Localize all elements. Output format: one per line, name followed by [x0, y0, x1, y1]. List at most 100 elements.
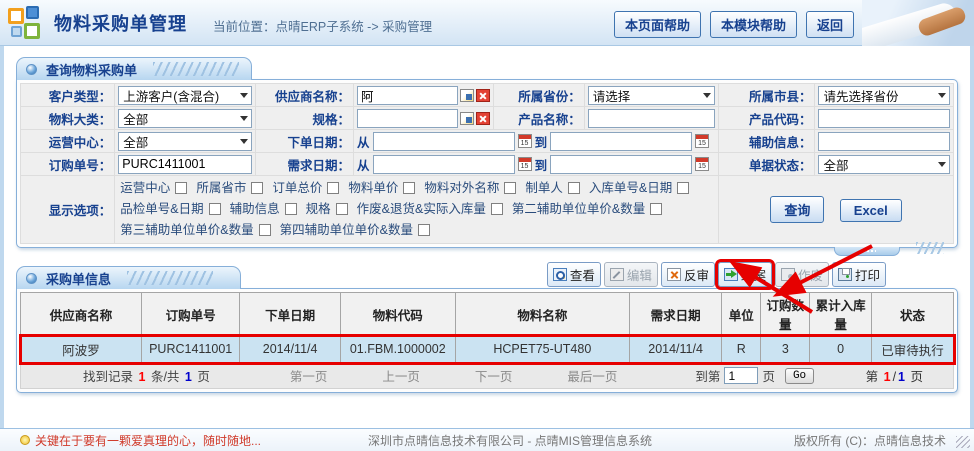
order-no-input[interactable] — [118, 155, 251, 174]
city-select[interactable]: 请先选择省份 — [818, 86, 950, 105]
resize-grip-icon — [956, 436, 970, 448]
goto-page-input[interactable] — [724, 367, 758, 384]
calendar-icon[interactable] — [695, 134, 709, 148]
checkbox[interactable] — [285, 203, 297, 215]
clear-icon[interactable] — [476, 112, 490, 125]
option-label: 所属省市 — [196, 181, 246, 195]
edit-button[interactable]: 编辑 — [604, 262, 658, 287]
checkbox[interactable] — [259, 224, 271, 236]
search-button[interactable]: 查询 — [770, 196, 824, 223]
demand-date-label: 需求日期： — [255, 153, 353, 176]
customer-type-label: 客户类型： — [21, 84, 115, 107]
view-button[interactable]: 查看 — [547, 262, 601, 287]
void-button[interactable]: 作废 — [775, 262, 829, 287]
record-count-text: 找到记录 1 条/共 1 页 — [83, 366, 210, 385]
demand-date-from-input[interactable] — [373, 155, 515, 174]
option-label: 制单人 — [525, 181, 563, 195]
option-label: 第四辅助单位单价&数量 — [280, 223, 413, 237]
spec-input[interactable] — [357, 109, 458, 128]
checkbox[interactable] — [209, 203, 221, 215]
customer-type-value: 上游客户(含混合) — [123, 86, 219, 105]
operation-center-select[interactable]: 全部 — [118, 132, 251, 151]
product-code-input[interactable] — [818, 109, 950, 128]
goto-page-button[interactable]: Go — [785, 368, 814, 384]
breadcrumb: 当前位置：点晴ERP子系统 -> 采购管理 — [213, 11, 432, 35]
province-label: 所属省份： — [494, 84, 584, 107]
display-options-label: 显示选项： — [21, 176, 115, 244]
table-row[interactable]: 阿波罗 PURC1411001 2014/11/4 01.FBM.1000002… — [21, 336, 954, 363]
checkbox[interactable] — [677, 182, 689, 194]
print-button[interactable]: 打印 — [832, 262, 886, 287]
panel-bullet-icon — [26, 273, 37, 284]
calendar-icon[interactable] — [518, 157, 532, 171]
checkbox[interactable] — [336, 203, 348, 215]
header-buttons: 本页面帮助 本模块帮助 返回 — [614, 11, 854, 38]
logo-square-green — [24, 23, 40, 39]
doc-status-select[interactable]: 全部 — [818, 155, 950, 174]
goto-unit: 页 — [762, 366, 775, 385]
cell-order-date: 2014/11/4 — [240, 336, 340, 363]
clear-icon[interactable] — [476, 89, 490, 102]
checkbox[interactable] — [504, 182, 516, 194]
demand-date-to-word: 到 — [535, 155, 548, 174]
option-label: 辅助信息 — [230, 202, 280, 216]
query-panel-body: 客户类型： 上游客户(含混合) 供应商名称： 所属省份： 请选择 所 — [16, 79, 958, 248]
calendar-icon[interactable] — [695, 157, 709, 171]
product-name-input[interactable] — [588, 109, 715, 128]
page-help-button[interactable]: 本页面帮助 — [614, 11, 701, 38]
edit-icon — [610, 268, 624, 281]
checkbox[interactable] — [650, 203, 662, 215]
total-pages: 1 — [896, 370, 907, 384]
checkbox[interactable] — [418, 224, 430, 236]
option-label: 品检单号&日期 — [120, 202, 203, 216]
goto-label: 到第 — [695, 366, 720, 385]
close-case-button[interactable]: 结案 — [718, 262, 772, 287]
orders-panel-body: 供应商名称 订购单号 下单日期 物料代码 物料名称 需求日期 单位 订购数量 累… — [16, 288, 958, 393]
checkbox[interactable] — [327, 182, 339, 194]
picker-icon[interactable] — [460, 89, 474, 102]
calendar-icon[interactable] — [518, 134, 532, 148]
demand-date-to-input[interactable] — [550, 155, 692, 174]
customer-type-select[interactable]: 上游客户(含混合) — [118, 86, 251, 105]
back-button[interactable]: 返回 — [806, 11, 854, 38]
panel-corner-decor — [916, 242, 944, 254]
checkbox[interactable] — [251, 182, 263, 194]
prev-page-link[interactable]: 上一页 — [382, 366, 420, 385]
unapprove-button[interactable]: 反审 — [661, 262, 715, 287]
panel-bullet-icon — [26, 64, 37, 75]
first-page-link[interactable]: 第一页 — [290, 366, 328, 385]
pagination-bar: 找到记录 1 条/共 1 页 第一页 上一页 下一页 最后一页 到第 页 Go … — [20, 363, 954, 389]
last-page-link[interactable]: 最后一页 — [567, 366, 617, 385]
product-code-label: 产品代码： — [719, 107, 815, 130]
next-page-link[interactable]: 下一页 — [475, 366, 513, 385]
option-label: 订单总价 — [272, 181, 322, 195]
footer: 关键在于要有一颗爱真理的心，随时随地... 深圳市点晴信息技术有限公司 - 点晴… — [0, 428, 974, 451]
module-help-button[interactable]: 本模块帮助 — [710, 11, 797, 38]
query-panel-tab: 查询物料采购单 — [16, 57, 252, 80]
supplier-name-input[interactable] — [357, 86, 458, 105]
page-title: 物料采购单管理 — [54, 10, 187, 36]
display-options: 运营中心所属省市订单总价物料单价物料对外名称制单人入库单号&日期品检单号&日期辅… — [118, 177, 715, 242]
province-select[interactable]: 请选择 — [588, 86, 715, 105]
col-header-status: 状态 — [871, 293, 953, 336]
status-badge: 已审待执行 — [871, 336, 953, 363]
orders-toolbar: 查看 编辑 反审 结案 作废 打印 — [547, 262, 886, 287]
panel-collapse-handle[interactable] — [834, 247, 900, 256]
checkbox[interactable] — [175, 182, 187, 194]
option-label: 第二辅助单位单价&数量 — [512, 202, 645, 216]
city-label: 所属市县： — [719, 84, 815, 107]
order-date-from-input[interactable] — [373, 132, 515, 151]
checkbox[interactable] — [568, 182, 580, 194]
aux-info-input[interactable] — [818, 132, 950, 151]
table-header-row: 供应商名称 订购单号 下单日期 物料代码 物料名称 需求日期 单位 订购数量 累… — [21, 293, 954, 336]
material-category-select[interactable]: 全部 — [118, 109, 251, 128]
checkbox[interactable] — [403, 182, 415, 194]
order-date-to-word: 到 — [535, 132, 548, 151]
top-header: 物料采购单管理 当前位置：点晴ERP子系统 -> 采购管理 本页面帮助 本模块帮… — [0, 0, 974, 46]
excel-export-button[interactable]: Excel — [840, 199, 902, 222]
supplier-name-label: 供应商名称： — [255, 84, 353, 107]
option-label: 规格 — [306, 202, 331, 216]
order-date-to-input[interactable] — [550, 132, 692, 151]
checkbox[interactable] — [491, 203, 503, 215]
picker-icon[interactable] — [460, 112, 474, 125]
